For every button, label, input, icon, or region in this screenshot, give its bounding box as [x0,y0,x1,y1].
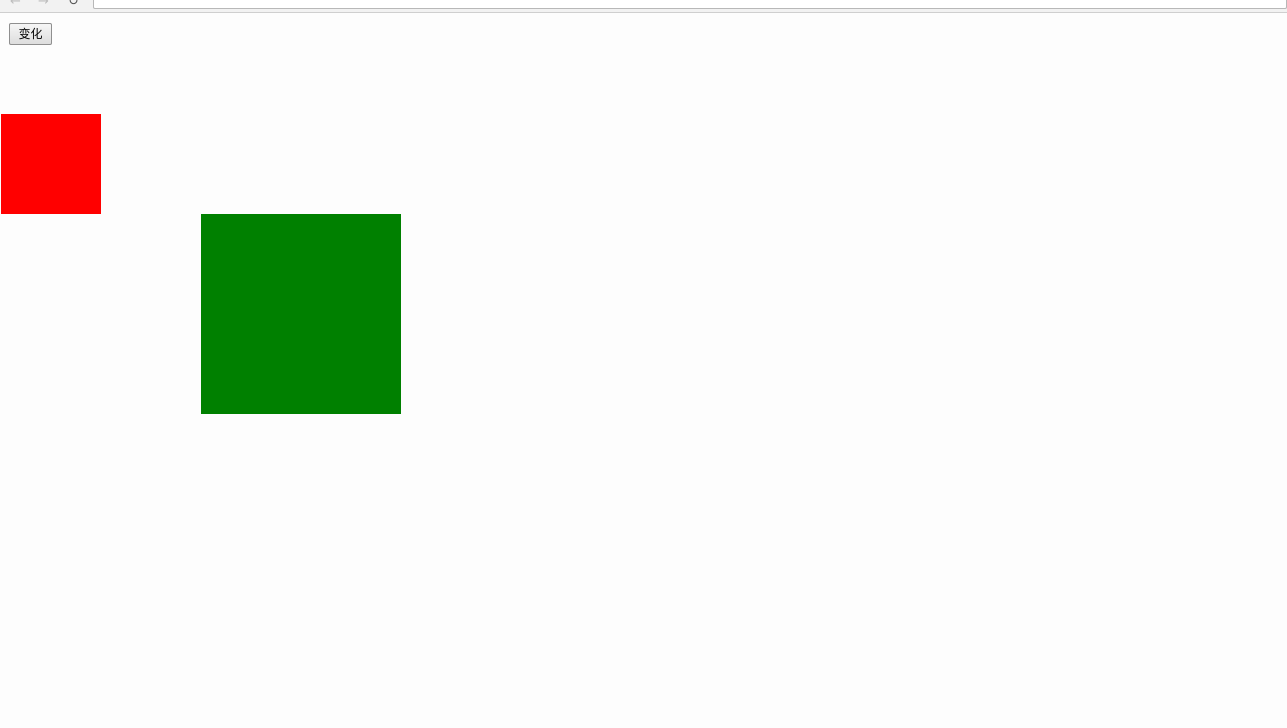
page-content: 变化 [0,13,1287,728]
change-button[interactable]: 变化 [9,23,52,45]
back-arrow-icon[interactable]: ← [10,0,21,8]
reload-icon[interactable]: ↻ [68,0,79,8]
green-square [201,214,401,414]
browser-toolbar: ← → ↻ [0,0,1287,13]
red-square [1,114,101,214]
address-bar[interactable] [93,0,1287,9]
forward-arrow-icon[interactable]: → [38,0,49,8]
